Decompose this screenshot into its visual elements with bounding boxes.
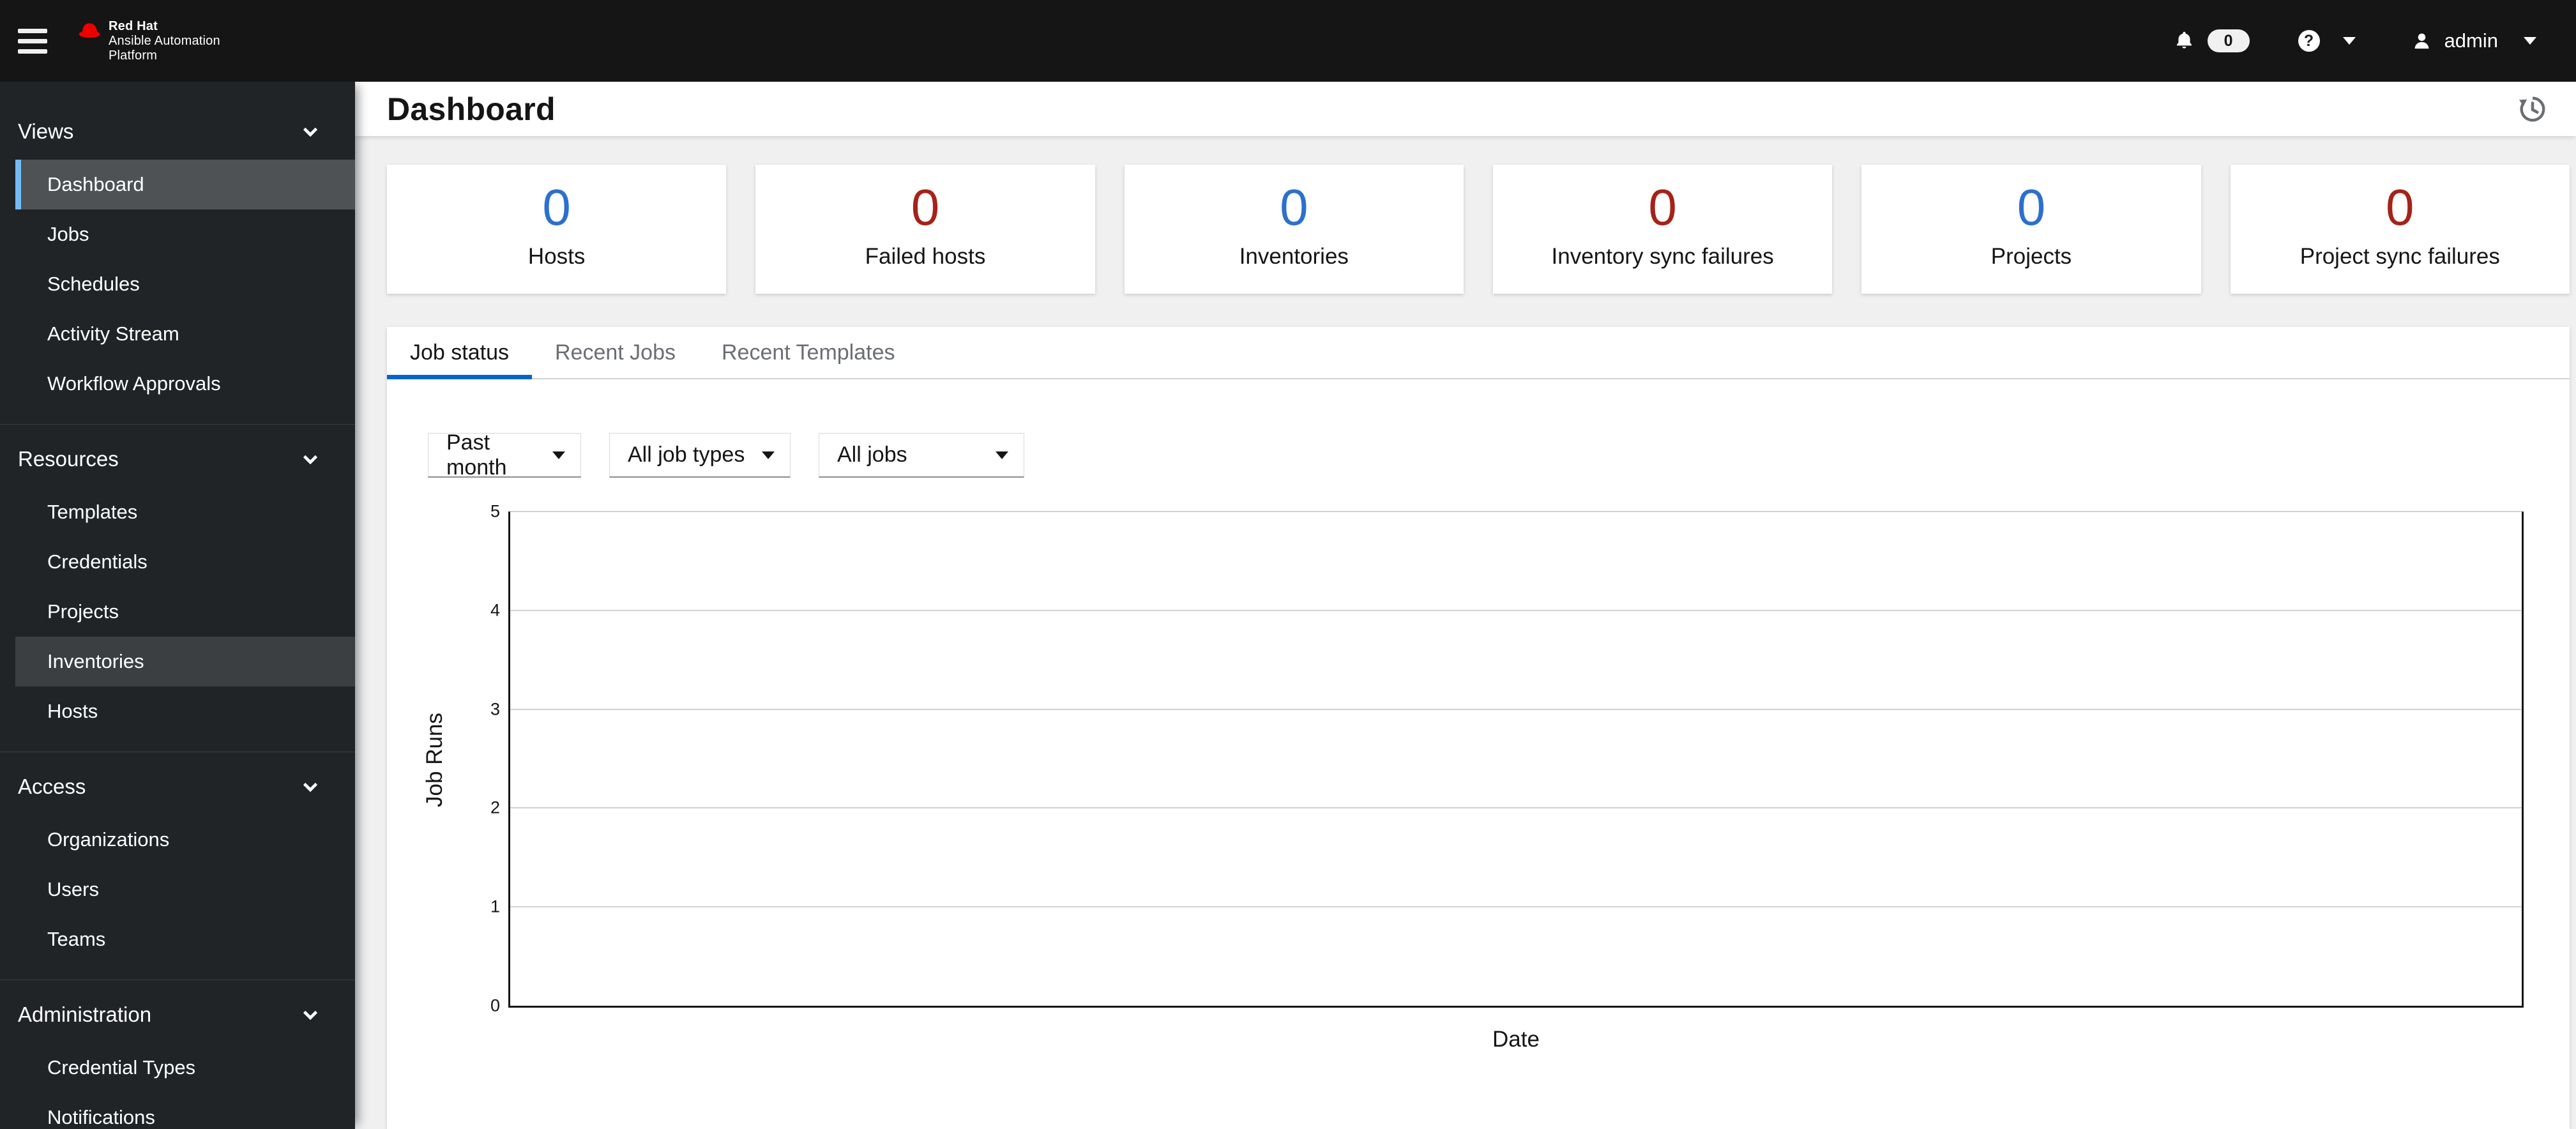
- summary-cards-row: 0 Hosts 0 Failed hosts 0 Inventories 0 I…: [387, 165, 2570, 294]
- caret-down-icon: [996, 451, 1008, 459]
- summary-card-value: 0: [2017, 179, 2046, 236]
- bell-icon[interactable]: [2174, 28, 2195, 54]
- user-menu: admin: [2412, 29, 2536, 52]
- redhat-ansible-logo[interactable]: Red Hat Ansible Automation Platform: [78, 19, 220, 63]
- masthead: Red Hat Ansible Automation Platform 0 ? …: [0, 0, 2576, 82]
- summary-card-value: 0: [542, 179, 571, 236]
- sidebar-item-jobs[interactable]: Jobs: [15, 209, 355, 259]
- tabs-bar: Job status Recent Jobs Recent Templates: [387, 327, 2570, 379]
- sidebar-item-notifications[interactable]: Notifications: [15, 1093, 355, 1129]
- sidebar-section-header[interactable]: Resources: [0, 431, 355, 487]
- caret-down-icon: [762, 451, 775, 459]
- sidebar-section-administration: Administration Credential Types Notificat…: [0, 980, 355, 1129]
- sidebar-item-activity-stream[interactable]: Activity Stream: [15, 309, 355, 359]
- user-name[interactable]: admin: [2444, 29, 2498, 52]
- summary-card-label: Hosts: [527, 244, 586, 269]
- y-tick-4: 4: [490, 600, 500, 620]
- job-status-panel: Job status Recent Jobs Recent Templates Pa…: [387, 327, 2570, 1129]
- sidebar-item-dashboard[interactable]: Dashboard: [15, 160, 355, 209]
- gridline-y-3: [510, 708, 2522, 710]
- logo-brand: Red Hat: [109, 19, 158, 33]
- sidebar-section-views: Views Dashboard Jobs Schedules Activity Str…: [0, 103, 355, 420]
- sidebar-item-inventories[interactable]: Inventories: [15, 637, 355, 686]
- y-tick-1: 1: [490, 897, 500, 916]
- y-tick-5: 5: [490, 501, 500, 521]
- summary-card-value: 0: [1648, 179, 1677, 236]
- sidebar-item-users[interactable]: Users: [15, 865, 355, 914]
- dashboard-content: 0 Hosts 0 Failed hosts 0 Inventories 0 I…: [355, 136, 2576, 1129]
- summary-card-inventories[interactable]: 0 Inventories: [1124, 165, 1464, 294]
- sidebar-section-access: Access Organizations Users Teams: [0, 752, 355, 976]
- gridline-y-5: [510, 511, 2522, 512]
- summary-card-label: Failed hosts: [865, 244, 986, 269]
- caret-down-icon[interactable]: [2342, 37, 2356, 45]
- sidebar-section-header[interactable]: Views: [0, 103, 355, 160]
- sidebar-item-projects[interactable]: Projects: [15, 587, 355, 637]
- summary-card-label: Inventories: [1239, 244, 1349, 269]
- sidebar-item-workflow-approvals[interactable]: Workflow Approvals: [15, 359, 355, 409]
- filter-select-past-month[interactable]: Past month: [428, 430, 581, 480]
- user-icon[interactable]: [2412, 30, 2432, 52]
- filter-select-all-job-types[interactable]: All job types: [609, 433, 791, 478]
- tab-recent-jobs[interactable]: Recent Jobs: [532, 327, 699, 378]
- y-tick-3: 3: [490, 699, 500, 719]
- chevron-down-icon[interactable]: [303, 122, 318, 137]
- sidebar-section-resources: Resources Templates Credentials Projects In…: [0, 424, 355, 748]
- sidebar-item-teams[interactable]: Teams: [15, 914, 355, 964]
- summary-card-label: Inventory sync failures: [1551, 244, 1774, 269]
- gridline-y-1: [510, 906, 2522, 908]
- tab-recent-templates[interactable]: Recent Templates: [699, 327, 918, 378]
- notification-count-badge[interactable]: 0: [2207, 29, 2250, 52]
- y-tick-2: 2: [490, 798, 500, 817]
- refresh-history-button[interactable]: [2517, 94, 2548, 125]
- caret-down-icon: [552, 451, 565, 459]
- sidebar-section-header[interactable]: Administration: [0, 987, 355, 1043]
- sidebar-item-credentials[interactable]: Credentials: [15, 537, 355, 587]
- page-header: Dashboard: [355, 82, 2576, 136]
- sidebar-item-templates[interactable]: Templates: [15, 487, 355, 537]
- summary-card-value: 0: [911, 179, 940, 236]
- sidebar-nav: Views Dashboard Jobs Schedules Activity Str…: [0, 82, 355, 1129]
- help-menu: ?: [2298, 30, 2356, 52]
- summary-card-hosts[interactable]: 0 Hosts: [387, 165, 727, 294]
- chart-filters: Past month All job types All jobs: [428, 430, 2570, 480]
- chevron-down-icon[interactable]: [303, 777, 318, 792]
- chevron-down-icon[interactable]: [303, 1005, 318, 1020]
- job-runs-chart: Job Runs 0 1 2 3 4 5 Date: [387, 502, 2570, 1052]
- logo-product-line2: Platform: [109, 48, 158, 63]
- summary-card-label: Projects: [1990, 244, 2072, 269]
- plot-area: 0 1 2 3 4 5: [490, 502, 2524, 1015]
- summary-card-project-sync-failures[interactable]: 0 Project sync failures: [2230, 165, 2570, 294]
- sidebar-item-schedules[interactable]: Schedules: [15, 259, 355, 309]
- redhat-hat-icon: [79, 23, 100, 38]
- page-title: Dashboard: [387, 91, 556, 127]
- summary-card-value: 0: [2386, 179, 2414, 236]
- chevron-down-icon[interactable]: [303, 450, 318, 465]
- x-axis-label: Date: [1492, 1027, 1540, 1052]
- main-area: Dashboard 0 Hosts 0 Failed hosts 0 Inven…: [355, 82, 2576, 1129]
- summary-card-label: Project sync failures: [2299, 244, 2500, 269]
- gridline-y-2: [510, 807, 2522, 809]
- history-icon: [2519, 96, 2545, 121]
- question-circle-icon[interactable]: ?: [2298, 30, 2320, 52]
- filter-select-all-jobs[interactable]: All jobs: [819, 433, 1024, 478]
- y-axis-label: Job Runs: [422, 712, 447, 807]
- summary-card-projects[interactable]: 0 Projects: [1861, 165, 2201, 294]
- sidebar-item-credential-types[interactable]: Credential Types: [15, 1043, 355, 1093]
- summary-card-inventory-sync-failures[interactable]: 0 Inventory sync failures: [1492, 165, 1833, 294]
- tab-job-status[interactable]: Job status: [387, 327, 532, 379]
- gridline-y-4: [510, 609, 2522, 611]
- hamburger-menu-icon[interactable]: [18, 28, 47, 54]
- caret-down-icon[interactable]: [2524, 37, 2536, 45]
- y-tick-0: 0: [490, 996, 500, 1015]
- sidebar-section-header[interactable]: Access: [0, 759, 355, 815]
- summary-card-failed-hosts[interactable]: 0 Failed hosts: [755, 165, 1095, 294]
- sidebar-item-organizations[interactable]: Organizations: [15, 815, 355, 865]
- summary-card-value: 0: [1280, 179, 1308, 236]
- logo-product-line1: Ansible Automation: [109, 33, 220, 48]
- sidebar-item-hosts[interactable]: Hosts: [15, 686, 355, 736]
